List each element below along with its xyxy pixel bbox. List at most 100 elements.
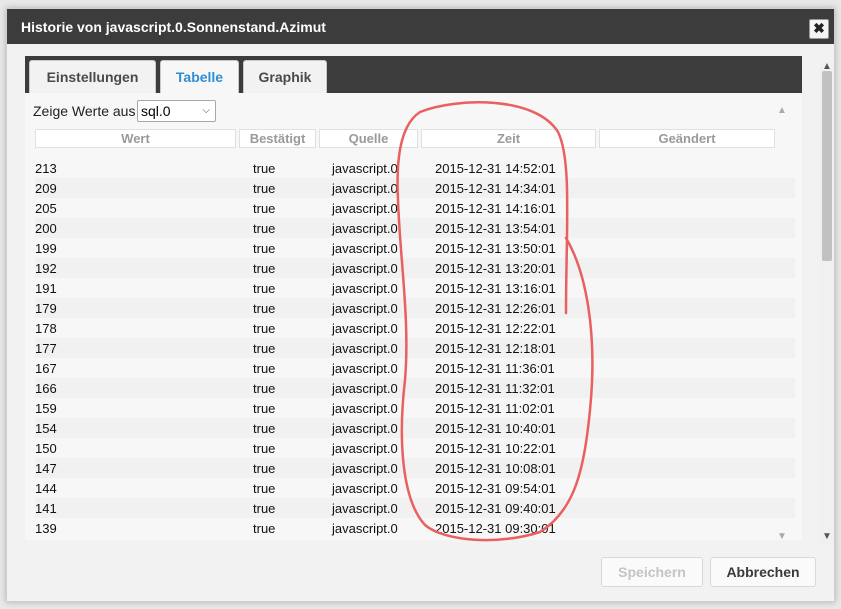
cell-zeit: 2015-12-31 13:20:01 [435,261,556,276]
table-row[interactable]: 191 true javascript.0 2015-12-31 13:16:01 [35,278,795,298]
cell-zeit: 2015-12-31 11:02:01 [435,401,555,416]
scroll-up-icon[interactable]: ▲ [775,105,789,116]
filter-label: Zeige Werte aus [33,103,136,119]
table-row[interactable]: 192 true javascript.0 2015-12-31 13:20:01 [35,258,795,278]
cell-wert: 141 [35,501,57,516]
table-row[interactable]: 150 true javascript.0 2015-12-31 10:22:01 [35,438,795,458]
cell-quelle: javascript.0 [332,301,398,316]
cell-wert: 199 [35,241,57,256]
cell-zeit: 2015-12-31 10:22:01 [435,441,556,456]
cell-wert: 209 [35,181,57,196]
table-row[interactable]: 199 true javascript.0 2015-12-31 13:50:01 [35,238,795,258]
table-panel: Zeige Werte aus sql.0 ⌵ Wert Bestätigt Q… [25,93,802,540]
cell-bestaetigt: true [253,521,276,536]
table-row[interactable]: 154 true javascript.0 2015-12-31 10:40:01 [35,418,795,438]
cell-quelle: javascript.0 [332,521,398,536]
column-header-quelle[interactable]: Quelle [319,129,418,148]
column-header-geaendert[interactable]: Geändert [599,129,775,148]
cell-zeit: 2015-12-31 11:32:01 [435,381,555,396]
table-row[interactable]: 209 true javascript.0 2015-12-31 14:34:01 [35,178,795,198]
cell-bestaetigt: true [253,421,276,436]
cell-quelle: javascript.0 [332,281,398,296]
table-row[interactable]: 200 true javascript.0 2015-12-31 13:54:01 [35,218,795,238]
cell-quelle: javascript.0 [332,401,398,416]
cell-quelle: javascript.0 [332,241,398,256]
cell-quelle: javascript.0 [332,441,398,456]
tab-graphik[interactable]: Graphik [243,60,327,93]
table-row[interactable]: 159 true javascript.0 2015-12-31 11:02:01 [35,398,795,418]
dialog-titlebar: Historie von javascript.0.Sonnenstand.Az… [7,9,834,44]
cell-bestaetigt: true [253,341,276,356]
table-row[interactable]: 178 true javascript.0 2015-12-31 12:22:01 [35,318,795,338]
column-header-wert[interactable]: Wert [35,129,236,148]
cell-quelle: javascript.0 [332,181,398,196]
table-row[interactable]: 213 true javascript.0 2015-12-31 14:52:01 [35,158,795,178]
cell-zeit: 2015-12-31 14:52:01 [435,161,556,176]
cell-wert: 200 [35,221,57,236]
tab-einstellungen[interactable]: Einstellungen [29,60,156,93]
instance-select[interactable]: sql.0 ⌵ [137,100,216,122]
dialog-title: Historie von javascript.0.Sonnenstand.Az… [21,19,326,35]
column-header-zeit[interactable]: Zeit [421,129,596,148]
cell-wert: 179 [35,301,57,316]
cell-zeit: 2015-12-31 13:54:01 [435,221,556,236]
cell-zeit: 2015-12-31 12:18:01 [435,341,556,356]
table-row[interactable]: 144 true javascript.0 2015-12-31 09:54:01 [35,478,795,498]
tab-bar: Einstellungen Tabelle Graphik [25,56,802,93]
cancel-button[interactable]: Abbrechen [710,557,816,587]
table-scrollbar[interactable]: ▲ ▼ [775,105,789,545]
cell-quelle: javascript.0 [332,501,398,516]
cell-zeit: 2015-12-31 12:26:01 [435,301,556,316]
cell-bestaetigt: true [253,481,276,496]
cell-bestaetigt: true [253,281,276,296]
cell-wert: 167 [35,361,57,376]
close-button[interactable]: ✖ [809,19,829,39]
save-button[interactable]: Speichern [601,557,703,587]
scroll-down-icon[interactable]: ▼ [775,531,789,542]
cell-wert: 192 [35,261,57,276]
cell-quelle: javascript.0 [332,201,398,216]
scrollbar-thumb[interactable] [822,71,832,261]
cell-wert: 177 [35,341,57,356]
cell-wert: 159 [35,401,57,416]
cell-quelle: javascript.0 [332,461,398,476]
cell-zeit: 2015-12-31 09:54:01 [435,481,556,496]
table-row[interactable]: 177 true javascript.0 2015-12-31 12:18:01 [35,338,795,358]
table-row[interactable]: 205 true javascript.0 2015-12-31 14:16:01 [35,198,795,218]
chevron-down-icon: ⌵ [202,105,210,116]
cell-bestaetigt: true [253,201,276,216]
history-table-body: 213 true javascript.0 2015-12-31 14:52:01 20… [35,158,795,538]
tab-tabelle[interactable]: Tabelle [160,60,239,93]
cell-bestaetigt: true [253,361,276,376]
column-header-bestaetigt[interactable]: Bestätigt [239,129,316,148]
cell-bestaetigt: true [253,221,276,236]
cell-bestaetigt: true [253,501,276,516]
cell-zeit: 2015-12-31 09:30:01 [435,521,556,536]
cell-wert: 150 [35,441,57,456]
cell-bestaetigt: true [253,461,276,476]
cell-zeit: 2015-12-31 14:16:01 [435,201,556,216]
cell-wert: 139 [35,521,57,536]
cell-quelle: javascript.0 [332,381,398,396]
cell-bestaetigt: true [253,241,276,256]
cell-zeit: 2015-12-31 13:16:01 [435,281,556,296]
history-dialog: Historie von javascript.0.Sonnenstand.Az… [6,8,835,602]
dialog-scrollbar[interactable]: ▲ ▼ [820,61,834,545]
table-row[interactable]: 139 true javascript.0 2015-12-31 09:30:01 [35,518,795,538]
cell-wert: 205 [35,201,57,216]
table-row[interactable]: 166 true javascript.0 2015-12-31 11:32:01 [35,378,795,398]
cell-bestaetigt: true [253,161,276,176]
cell-wert: 147 [35,461,57,476]
cell-zeit: 2015-12-31 09:40:01 [435,501,556,516]
table-row[interactable]: 141 true javascript.0 2015-12-31 09:40:01 [35,498,795,518]
cell-wert: 144 [35,481,57,496]
scroll-down-icon[interactable]: ▼ [820,531,834,542]
table-row[interactable]: 179 true javascript.0 2015-12-31 12:26:01 [35,298,795,318]
table-row[interactable]: 147 true javascript.0 2015-12-31 10:08:01 [35,458,795,478]
cell-bestaetigt: true [253,301,276,316]
cell-quelle: javascript.0 [332,341,398,356]
table-row[interactable]: 167 true javascript.0 2015-12-31 11:36:01 [35,358,795,378]
cell-bestaetigt: true [253,181,276,196]
cell-zeit: 2015-12-31 14:34:01 [435,181,556,196]
cell-zeit: 2015-12-31 10:40:01 [435,421,556,436]
